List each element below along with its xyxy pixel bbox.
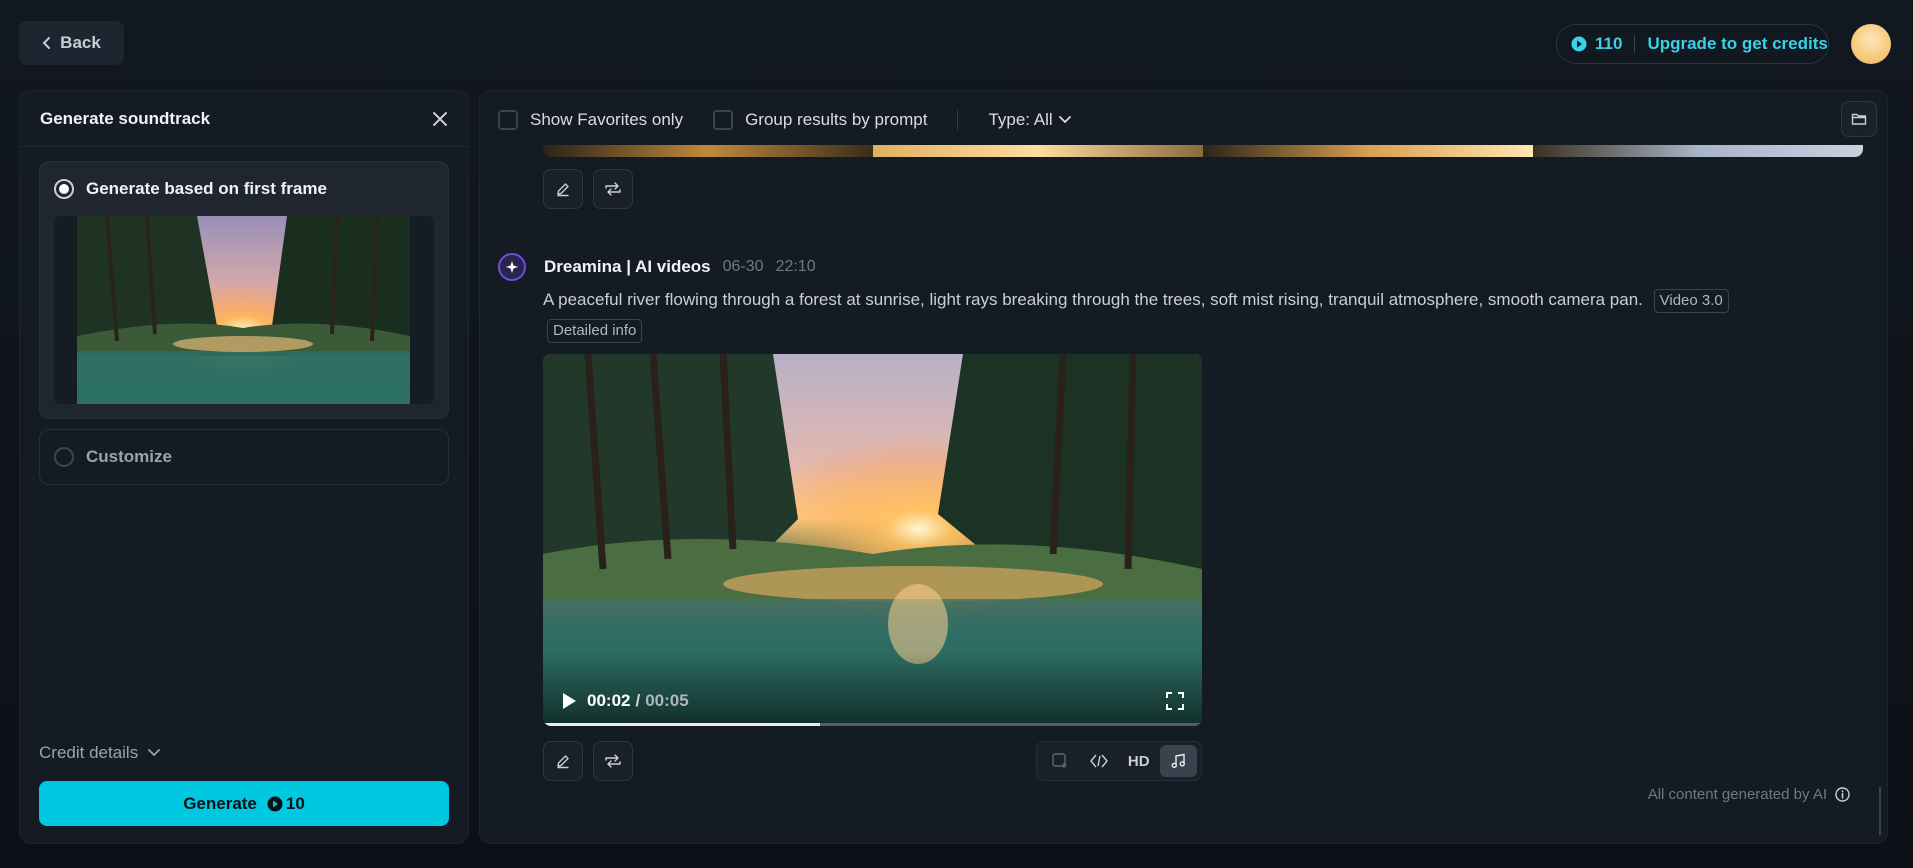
video-player[interactable]: 00:02 / 00:05 bbox=[543, 354, 1202, 726]
credit-coin-icon bbox=[1571, 36, 1587, 52]
detailed-info-tag[interactable]: Detailed info bbox=[547, 318, 643, 343]
generate-cost: 10 bbox=[267, 794, 305, 814]
video-duration: 00:05 bbox=[645, 691, 689, 710]
generation-time: 22:10 bbox=[775, 258, 816, 275]
previous-result-strip bbox=[543, 145, 1863, 157]
app-name: Dreamina | AI videos bbox=[544, 257, 711, 276]
ai-disclaimer-text: All content generated by AI bbox=[1647, 786, 1827, 803]
credits-pill[interactable]: 110 Upgrade to get credits bbox=[1556, 24, 1829, 64]
regenerate-button-previous[interactable] bbox=[593, 169, 633, 209]
panel-header: Generate soundtrack bbox=[20, 91, 468, 147]
info-icon[interactable] bbox=[1835, 787, 1850, 802]
play-icon[interactable] bbox=[561, 692, 577, 710]
ai-disclaimer: All content generated by AI bbox=[1648, 786, 1850, 803]
radio-customize[interactable] bbox=[54, 447, 74, 467]
group-filter[interactable]: Group results by prompt bbox=[713, 110, 927, 130]
prompt-block: A peaceful river flowing through a fores… bbox=[543, 285, 1843, 345]
credit-details-toggle[interactable]: Credit details bbox=[39, 743, 161, 763]
upgrade-link[interactable]: Upgrade to get credits bbox=[1647, 34, 1827, 54]
results-panel: Show Favorites only Group results by pro… bbox=[479, 90, 1888, 844]
type-dropdown[interactable]: Type: All bbox=[988, 110, 1071, 130]
generate-button[interactable]: Generate 10 bbox=[39, 781, 449, 826]
regenerate-icon bbox=[605, 182, 621, 196]
first-frame-preview bbox=[54, 216, 434, 404]
edit-button-previous[interactable] bbox=[543, 169, 583, 209]
generate-label: Generate bbox=[183, 793, 257, 813]
generation-date: 06-30 bbox=[722, 258, 764, 275]
close-icon[interactable] bbox=[432, 111, 448, 127]
video-progress-fill bbox=[543, 723, 820, 726]
forest-river-thumbnail bbox=[77, 216, 410, 404]
video-current-time: 00:02 bbox=[587, 691, 631, 710]
forest-river-video-frame bbox=[543, 354, 1202, 726]
favorites-label: Show Favorites only bbox=[530, 110, 684, 129]
credit-details-label: Credit details bbox=[39, 743, 139, 762]
extend-frame-button[interactable] bbox=[1041, 745, 1079, 777]
pencil-icon bbox=[557, 755, 569, 769]
edit-button[interactable] bbox=[543, 741, 583, 781]
panel-title: Generate soundtrack bbox=[40, 108, 211, 128]
model-tag[interactable]: Video 3.0 bbox=[1653, 288, 1729, 313]
credits-divider bbox=[1634, 35, 1636, 53]
video-progress-bar[interactable] bbox=[543, 723, 1202, 726]
hd-button[interactable]: HD bbox=[1120, 745, 1158, 777]
video-controls: 00:02 / 00:05 bbox=[543, 676, 1202, 726]
back-button[interactable]: Back bbox=[19, 21, 124, 65]
option-first-frame[interactable]: Generate based on first frame bbox=[39, 161, 449, 419]
chevron-down-icon bbox=[1058, 116, 1071, 124]
avatar[interactable] bbox=[1851, 24, 1891, 64]
option-customize[interactable]: Customize bbox=[39, 429, 449, 485]
interpolate-icon bbox=[1090, 754, 1108, 768]
generate-cost-value: 10 bbox=[285, 793, 305, 813]
option-customize-label: Customize bbox=[86, 447, 172, 466]
soundtrack-panel: Generate soundtrack Generate based on fi… bbox=[19, 90, 469, 844]
folder-button[interactable] bbox=[1841, 101, 1877, 137]
prompt-text: A peaceful river flowing through a fores… bbox=[543, 290, 1643, 309]
pencil-icon bbox=[557, 183, 569, 197]
group-label: Group results by prompt bbox=[745, 110, 928, 129]
generation-header: Dreamina | AI videos 06-30 22:10 bbox=[498, 253, 816, 281]
scrollbar-thumb[interactable] bbox=[1879, 787, 1881, 835]
fullscreen-icon[interactable] bbox=[1166, 692, 1184, 710]
group-checkbox[interactable] bbox=[713, 110, 734, 130]
favorites-checkbox[interactable] bbox=[498, 110, 518, 130]
video-time-separator: / bbox=[635, 691, 641, 710]
regenerate-icon bbox=[605, 754, 621, 768]
chevron-left-icon bbox=[42, 37, 51, 49]
back-label: Back bbox=[60, 33, 101, 52]
chevron-down-icon bbox=[148, 749, 161, 757]
interpolate-button[interactable] bbox=[1081, 745, 1119, 777]
extend-frame-icon bbox=[1052, 753, 1067, 768]
credit-coin-icon bbox=[267, 796, 283, 811]
dreamina-logo-icon bbox=[498, 253, 526, 281]
filter-bar: Show Favorites only Group results by pro… bbox=[498, 107, 1071, 133]
option-first-frame-label: Generate based on first frame bbox=[86, 179, 327, 198]
video-tools: HD bbox=[1036, 741, 1202, 781]
favorites-filter[interactable]: Show Favorites only bbox=[498, 110, 683, 130]
type-label: Type: All bbox=[988, 110, 1053, 129]
radio-first-frame[interactable] bbox=[54, 179, 74, 199]
soundtrack-button[interactable] bbox=[1159, 745, 1197, 777]
filter-divider bbox=[957, 110, 959, 130]
credits-count: 110 bbox=[1595, 34, 1623, 53]
regenerate-button[interactable] bbox=[593, 741, 633, 781]
music-note-icon bbox=[1171, 753, 1186, 769]
folder-icon bbox=[1851, 113, 1867, 125]
